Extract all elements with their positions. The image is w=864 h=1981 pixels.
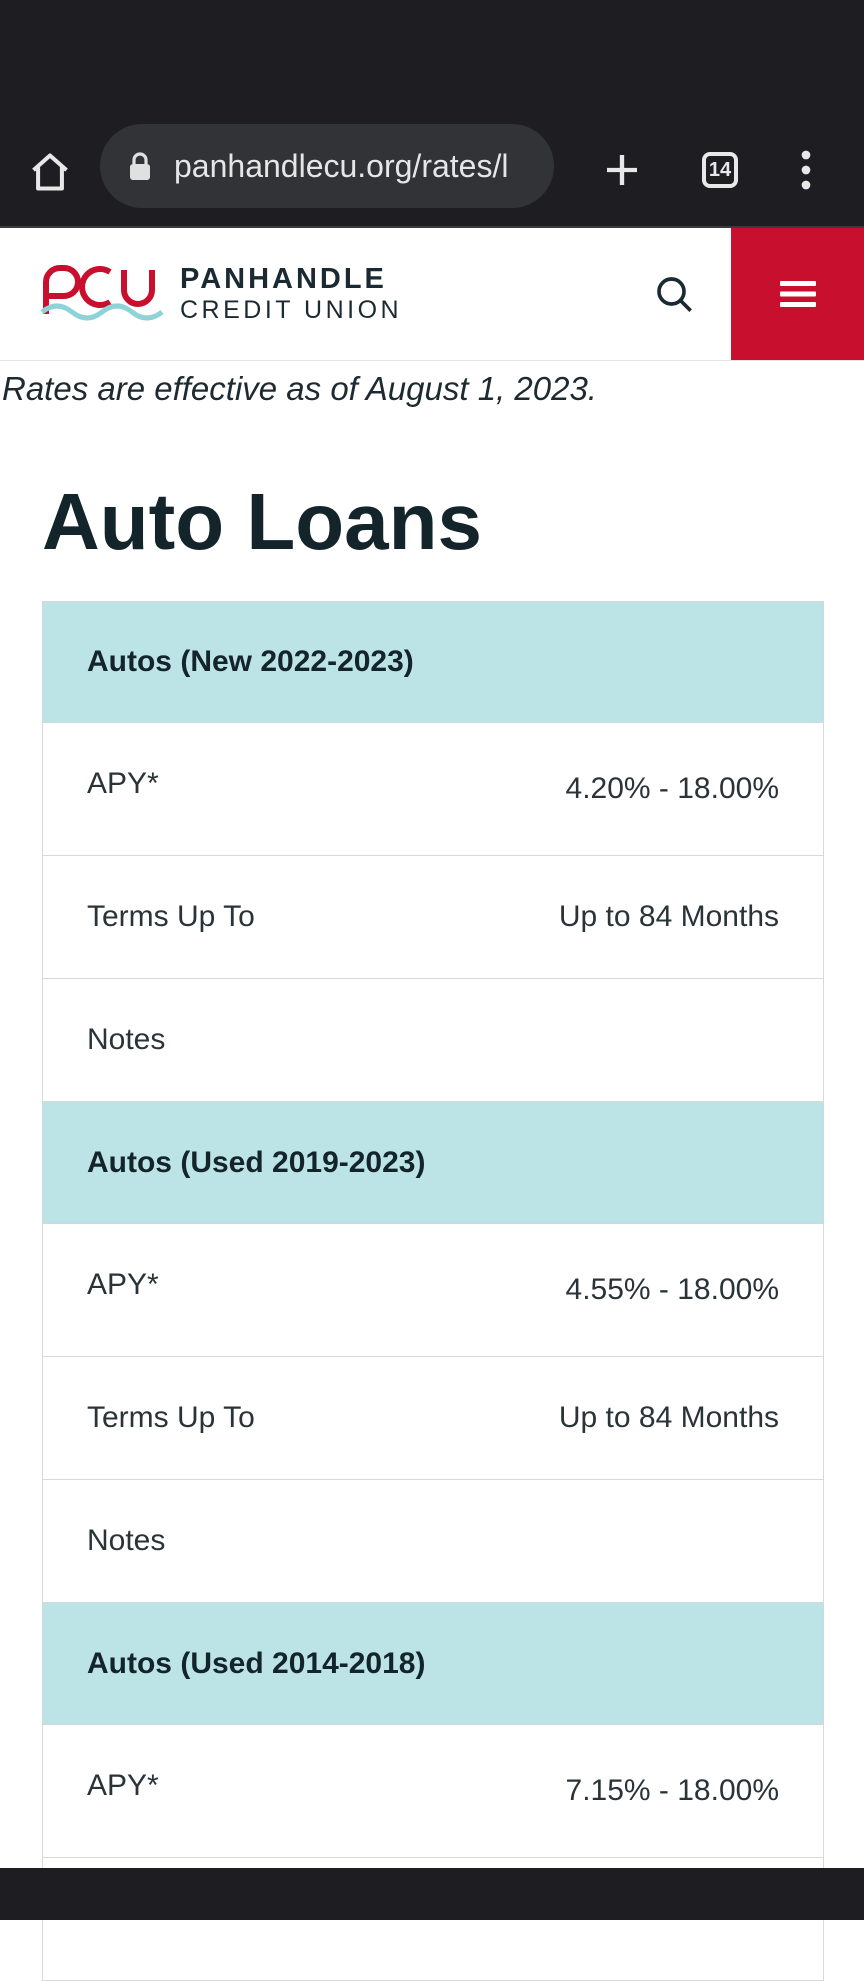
search-icon [657,277,692,312]
section-heading-text: Autos (Used 2014-2018) [87,1646,426,1680]
terms-label: Terms Up To [87,1401,255,1434]
apy-value: 4.20% - 18.00% [565,772,779,805]
apy-label: APY* [87,767,159,800]
more-options-button[interactable] [776,140,836,200]
apy-label: APY* [87,1769,159,1802]
status-bar [0,0,864,118]
lock-icon [130,152,150,180]
logo-line2: CREDIT UNION [180,296,403,324]
apy-value: 7.15% - 18.00% [565,1774,779,1807]
pcu-logo-mark [40,265,164,321]
section-heading: Autos (Used 2019-2023) [42,1102,824,1224]
navigation-bar [0,1868,864,1920]
table-row: Notes [42,979,824,1102]
apy-label: APY* [87,1268,159,1301]
home-button[interactable] [20,142,80,202]
section-heading: Autos (New 2022-2023) [42,601,824,723]
rates-table: Autos (New 2022-2023) APY* 4.20% - 18.00… [42,601,824,1981]
table-row: APY* 7.15% - 18.00% [42,1725,824,1858]
menu-button[interactable] [731,228,864,360]
terms-label: Terms Up To [87,900,255,933]
browser-toolbar: panhandlecu.org/rates/l 14 [0,118,864,228]
effective-date-note: Rates are effective as of August 1, 2023… [2,370,597,407]
notes-label: Notes [87,1524,166,1557]
home-icon [32,153,68,191]
address-bar[interactable]: panhandlecu.org/rates/l [100,124,554,208]
more-vertical-icon [801,150,811,190]
terms-value: Up to 84 Months [558,900,779,933]
notes-label: Notes [87,1023,166,1056]
table-row: Terms Up To Up to 84 Months [42,1357,824,1480]
search-button[interactable] [646,266,702,322]
tab-count: 14 [702,152,738,188]
site-header: PANHANDLE CREDIT UNION [0,228,864,361]
section-heading-text: Autos (Used 2019-2023) [87,1145,426,1179]
logo-line1: PANHANDLE [180,263,387,295]
page-title: Auto Loans [42,477,482,566]
new-tab-button[interactable] [592,140,652,200]
section-heading-text: Autos (New 2022-2023) [87,645,414,678]
site-logo[interactable]: PANHANDLE CREDIT UNION [40,264,402,324]
table-row: APY* 4.20% - 18.00% [42,723,824,856]
hamburger-menu-icon [779,281,816,307]
url-text: panhandlecu.org/rates/l [174,147,509,184]
apy-value: 4.55% - 18.00% [565,1273,779,1306]
table-row: Terms Up To Up to 84 Months [42,856,824,979]
terms-value: Up to 84 Months [558,1401,779,1434]
plus-icon [607,155,637,185]
tab-switcher-button[interactable]: 14 [690,140,750,200]
section-heading: Autos (Used 2014-2018) [42,1603,824,1725]
table-row: APY* 4.55% - 18.00% [42,1224,824,1357]
table-row: Notes [42,1480,824,1603]
